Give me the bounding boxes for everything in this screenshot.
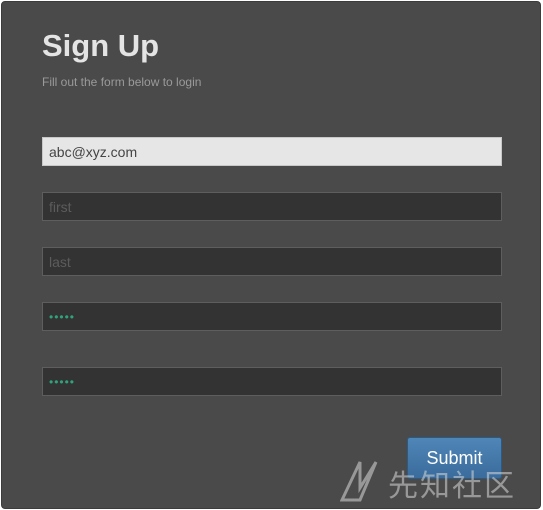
last-name-field[interactable] (42, 247, 502, 276)
email-field[interactable] (42, 137, 502, 166)
page-subtitle: Fill out the form below to login (42, 75, 202, 89)
signup-panel: Sign Up Fill out the form below to login… (1, 1, 541, 509)
confirm-password-field[interactable] (42, 367, 502, 396)
password-field[interactable] (42, 302, 502, 331)
first-name-field[interactable] (42, 192, 502, 221)
page-title: Sign Up (42, 28, 160, 63)
submit-button[interactable]: Submit (407, 437, 502, 479)
